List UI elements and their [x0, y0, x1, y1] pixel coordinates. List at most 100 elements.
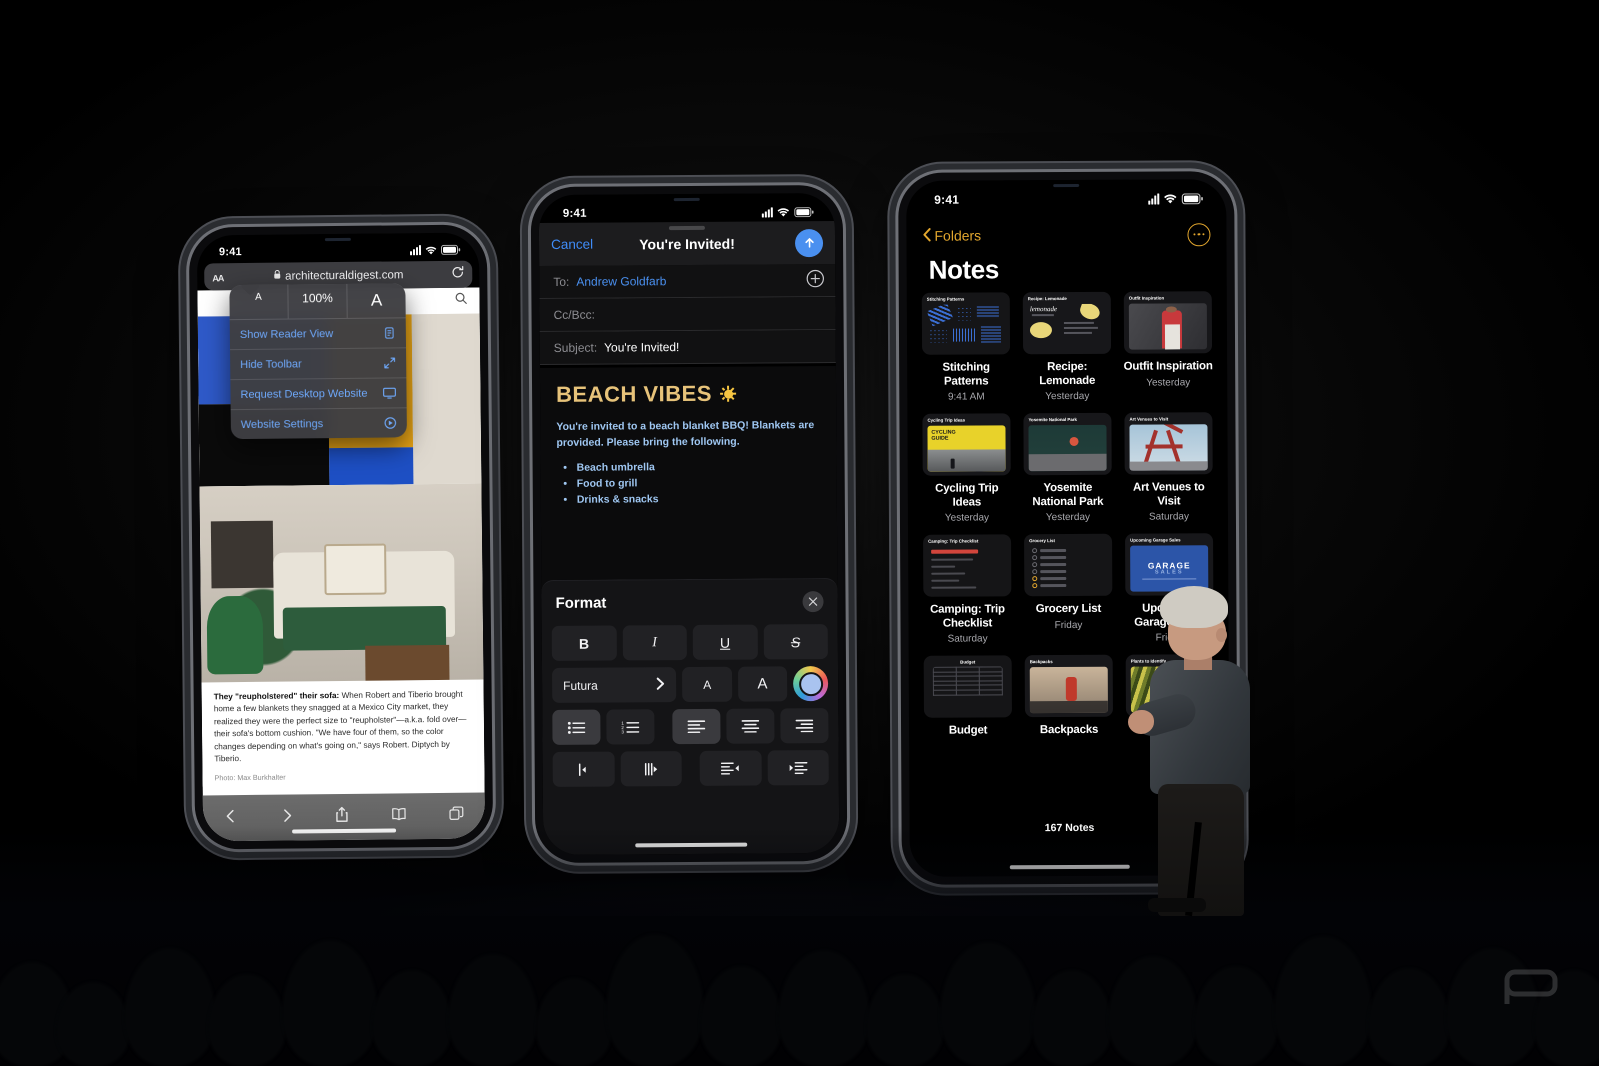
mail-screen: 9:41 Cancel You're Invited! To: Andrew G… — [538, 192, 840, 856]
zoom-out-button[interactable]: A — [229, 285, 287, 320]
thumb-art-backpacks — [1029, 666, 1108, 714]
note-title: Stitching Patterns — [942, 361, 990, 388]
safari-screen: 9:41 AA architecturaldigest.com They "re… — [196, 232, 486, 842]
thumb-art-outfit — [1128, 303, 1208, 350]
text-size-aa-button[interactable]: AA — [204, 270, 229, 284]
note-card-grocery-list[interactable]: Grocery List Grocery List Friday — [1023, 533, 1114, 644]
add-contact-plus-icon[interactable] — [806, 269, 824, 291]
color-wheel-icon[interactable] — [792, 666, 829, 702]
menu-item-show-reader-view[interactable]: Show Reader View — [229, 318, 407, 351]
zoom-in-button[interactable]: A — [346, 283, 406, 318]
back-chevron-icon — [922, 227, 931, 244]
note-card-art-venues-to-visit[interactable]: Art Venues to Visit Art Venues to Visit … — [1123, 412, 1214, 523]
status-time: 9:41 — [934, 192, 960, 207]
status-time: 9:41 — [218, 246, 242, 259]
back-chevron-icon[interactable] — [224, 808, 238, 829]
numbered-list-button[interactable]: 123 — [606, 709, 655, 745]
bold-button[interactable]: B — [551, 625, 617, 661]
thumb-title: Stitching Patterns — [926, 296, 965, 302]
format-panel: Format B I U S Futura A A 1 2 3 — [541, 577, 840, 856]
note-title: Yosemite National Park — [1032, 481, 1104, 508]
menu-item-request-desktop-website[interactable]: Request Desktop Website — [230, 378, 407, 411]
bulleted-list-button[interactable] — [552, 709, 601, 745]
field-subject[interactable]: Subject: You're Invited! — [539, 329, 836, 366]
phone-mail: 9:41 Cancel You're Invited! To: Andrew G… — [530, 184, 848, 864]
outdent-button[interactable] — [699, 750, 762, 786]
earpiece-speaker-icon — [1053, 183, 1080, 188]
notes-row: Stitching Patterns Stitching Patterns 9:… — [921, 291, 1214, 403]
tabs-icon[interactable] — [449, 806, 464, 826]
italic-button[interactable]: I — [622, 625, 687, 661]
thumb-art-budget — [933, 666, 1003, 713]
share-icon[interactable] — [335, 806, 349, 828]
indent-button[interactable] — [767, 750, 829, 786]
note-card-budget[interactable]: Budget Budget — [923, 655, 1013, 741]
note-date: Saturday — [947, 633, 988, 645]
menu-label: Show Reader View — [239, 327, 334, 341]
text-size-popover[interactable]: A 100% A Show Reader View Hide Toolbar R… — [229, 283, 407, 440]
search-icon[interactable] — [454, 292, 467, 310]
arrows-expand-icon — [383, 356, 396, 369]
home-indicator[interactable] — [635, 842, 748, 848]
send-arrow-up-icon[interactable] — [794, 228, 824, 257]
audience-silhouettes — [0, 826, 1599, 1066]
keynote-stage: 9:41 AA architecturaldigest.com They "re… — [0, 0, 1599, 1066]
sheet-grabber[interactable] — [668, 225, 705, 231]
decrease-font-size-button[interactable]: A — [682, 666, 732, 703]
align-center-button[interactable] — [726, 708, 775, 744]
safari-bottom-toolbar[interactable] — [202, 792, 486, 842]
font-select-button[interactable]: Futura — [552, 667, 677, 703]
note-card-cycling-trip-ideas[interactable]: Cycling Trip Ideas CYCLING GUIDE Cycling … — [921, 413, 1012, 524]
earpiece-speaker-icon — [324, 237, 351, 242]
note-thumbnail: Backpacks — [1024, 654, 1113, 718]
cellular-bars-icon — [410, 245, 422, 256]
menu-item-hide-toolbar[interactable]: Hide Toolbar — [230, 348, 407, 381]
note-date: Yesterday — [1045, 511, 1091, 524]
email-paragraph: You're invited to a beach blanket BBQ! B… — [556, 419, 815, 449]
align-right-button[interactable] — [780, 708, 829, 744]
reader-view-icon — [383, 326, 396, 339]
home-indicator[interactable] — [1009, 864, 1130, 870]
email-bullet-list: Beach umbrella Food to grill Drinks & sn… — [577, 458, 821, 508]
align-left-button[interactable] — [672, 708, 721, 745]
format-panel-title: Format — [555, 594, 607, 612]
note-card-camping-trip-checklist[interactable]: Camping: Trip Checklist Camping: Trip Ch… — [922, 534, 1013, 645]
notch — [1003, 179, 1130, 205]
field-cc-bcc[interactable]: Cc/Bcc: — [539, 296, 836, 333]
increase-font-size-button[interactable]: A — [737, 666, 788, 702]
field-label: To: — [553, 274, 570, 289]
back-to-folders-button[interactable]: Folders — [922, 227, 981, 244]
note-card-outfit-inspiration[interactable]: Outfit Inspiration Outfit Inspiration Ye… — [1123, 291, 1214, 401]
field-value: Andrew Goldfarb — [576, 274, 667, 289]
strikethrough-button[interactable]: S — [763, 624, 828, 660]
note-card-backpacks[interactable]: Backpacks Backpacks — [1024, 654, 1114, 741]
forward-chevron-icon[interactable] — [280, 807, 294, 828]
more-ellipsis-icon[interactable] — [1187, 222, 1211, 246]
close-x-icon[interactable] — [802, 591, 824, 613]
zoom-level-label: 100% — [287, 283, 347, 319]
menu-item-website-settings[interactable]: Website Settings — [231, 408, 407, 439]
cancel-button[interactable]: Cancel — [551, 237, 593, 252]
note-card-recipe-lemonade[interactable]: Recipe: Lemonade lemonade Recipe: Lemona… — [1022, 291, 1113, 402]
photo-credit: Photo: Max Burkhalter — [214, 773, 286, 783]
note-card-stitching-patterns[interactable]: Stitching Patterns Stitching Patterns 9:… — [921, 292, 1012, 403]
url-text-container[interactable]: architecturaldigest.com — [229, 268, 447, 283]
tab-stops-button[interactable] — [620, 751, 682, 787]
note-date: Yesterday — [1146, 376, 1191, 389]
reload-icon[interactable] — [447, 265, 472, 283]
page-title: Notes — [928, 254, 999, 285]
underline-button[interactable]: U — [692, 624, 758, 660]
mail-compose-nav: Cancel You're Invited! — [538, 220, 836, 267]
note-title: Art Venues to Visit — [1132, 481, 1205, 508]
zoom-row: A 100% A — [229, 283, 406, 321]
note-thumbnail: Stitching Patterns — [921, 292, 1011, 355]
thumb-art-venues — [1129, 424, 1208, 471]
note-card-yosemite-national-park[interactable]: Yosemite National Park Yosemite National… — [1022, 412, 1113, 524]
format-indent-row — [552, 750, 829, 787]
menu-label: Hide Toolbar — [240, 357, 302, 371]
bookmarks-book-icon[interactable] — [391, 806, 407, 826]
note-thumbnail: Camping: Trip Checklist — [923, 534, 1012, 597]
lock-icon — [273, 269, 281, 283]
field-to[interactable]: To: Andrew Goldfarb — [539, 263, 836, 300]
insert-tab-button[interactable] — [552, 751, 615, 787]
